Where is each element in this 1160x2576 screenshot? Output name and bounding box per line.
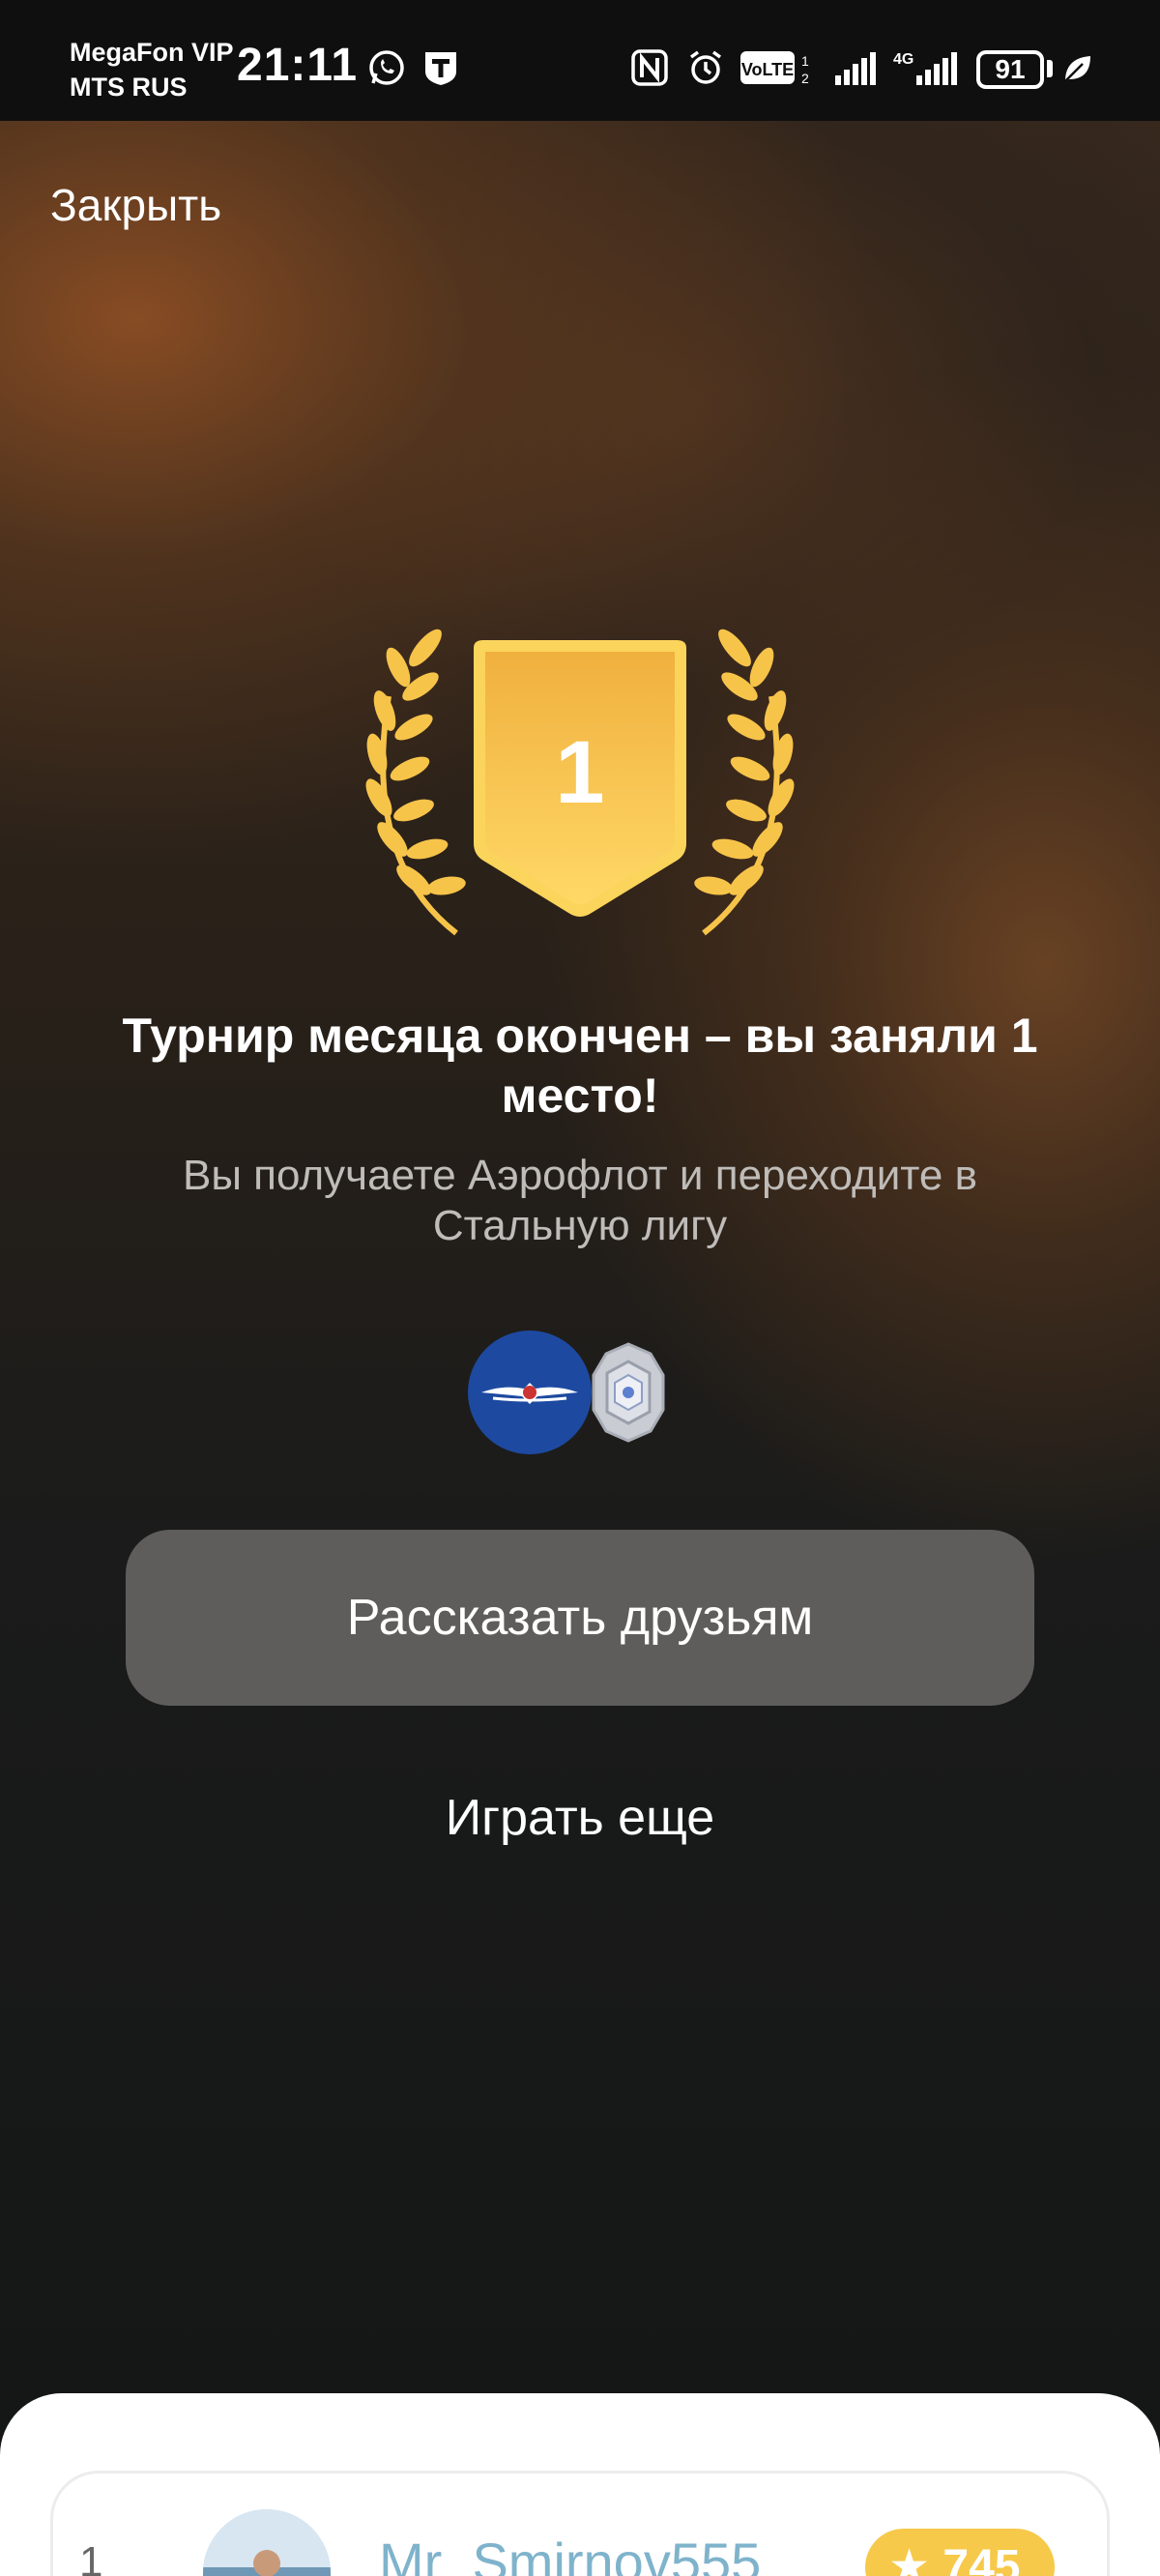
svg-text:2: 2 xyxy=(801,71,809,86)
leaf-icon xyxy=(1064,56,1090,82)
laurel-left-icon xyxy=(365,629,466,936)
close-button[interactable]: Закрыть xyxy=(50,179,221,231)
carrier-info: MegaFon VIP MTS RUS xyxy=(70,35,234,104)
carrier-secondary: MTS RUS xyxy=(70,73,188,102)
leaderboard-rank: 1 xyxy=(79,2538,103,2576)
leaderboard-username[interactable]: Mr_Smirnov555 xyxy=(379,2531,761,2576)
reward-icons xyxy=(468,1331,665,1454)
nfc-icon xyxy=(631,49,668,86)
play-again-button[interactable]: Играть еще xyxy=(290,1789,870,1847)
status-time: 21:11 xyxy=(237,40,359,91)
volte-icon: VoLTE 1 2 xyxy=(740,51,809,86)
whatsapp-icon xyxy=(369,50,404,85)
score-value: 745 xyxy=(942,2541,1021,2576)
network-type: 4G xyxy=(893,51,914,68)
first-place-badge: 1 xyxy=(365,629,795,936)
volte-text: VoLTE xyxy=(741,60,794,79)
battery-icon: 91 xyxy=(976,50,1044,89)
star-icon: ★ xyxy=(888,2541,931,2576)
aeroflot-logo-icon xyxy=(468,1331,592,1454)
signal-icon-2: 4G xyxy=(893,51,957,85)
alarm-icon xyxy=(689,50,722,84)
result-subtitle: Вы получаете Аэрофлот и переходите в Ста… xyxy=(182,1152,977,1249)
signal-icon-1 xyxy=(835,52,876,85)
t-app-icon xyxy=(425,52,456,85)
status-bar: MegaFon VIP MTS RUS 21:11 VoLTE 1 2 4G 9… xyxy=(0,0,1160,121)
place-number: 1 xyxy=(555,723,604,822)
laurel-right-icon xyxy=(694,629,795,936)
score-badge: ★ 745 xyxy=(865,2529,1055,2576)
carrier-primary: MegaFon VIP xyxy=(70,38,234,67)
tournament-result-screen: MegaFon VIP MTS RUS 21:11 VoLTE 1 2 4G 9… xyxy=(0,0,1160,2576)
steel-league-icon xyxy=(592,1342,665,1443)
svg-text:1: 1 xyxy=(801,53,809,69)
result-title: Турнир месяца окончен – вы заняли 1 мест… xyxy=(122,1009,1038,1123)
battery-tip xyxy=(1047,60,1053,77)
leaderboard-sheet[interactable]: 1 Mr_Smirnov555 ★ 745 xyxy=(0,2393,1160,2576)
share-with-friends-button[interactable]: Рассказать друзьям xyxy=(126,1530,1034,1706)
